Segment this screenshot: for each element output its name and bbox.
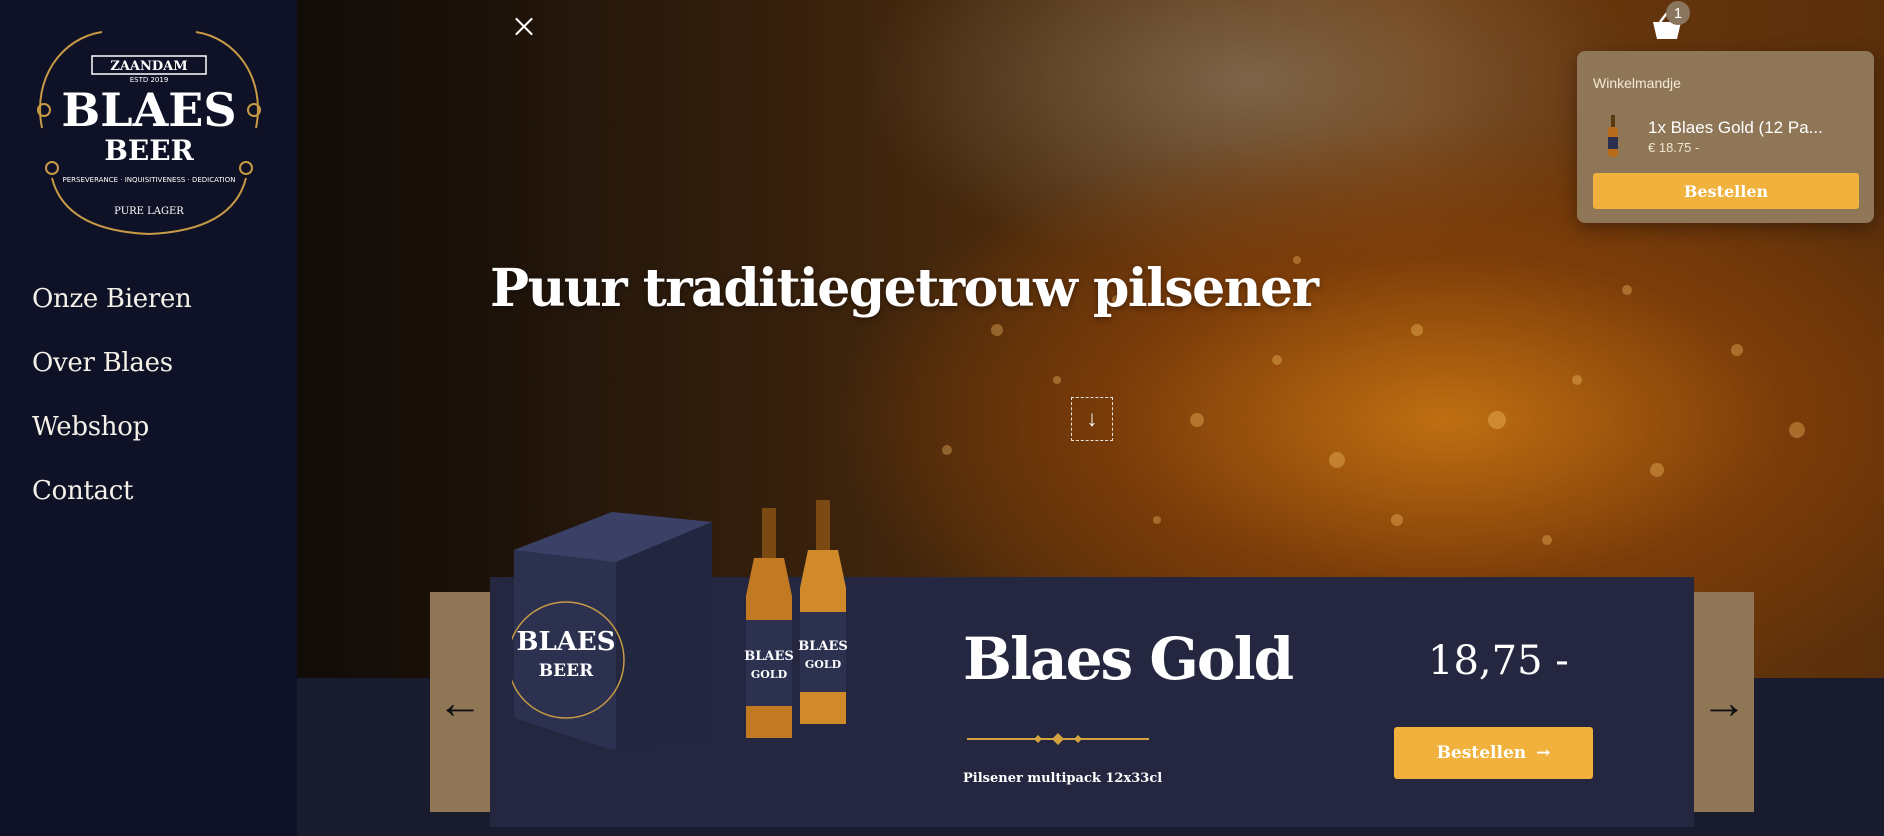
svg-text:BEER: BEER	[104, 134, 194, 167]
svg-text:BLAES: BLAES	[744, 649, 794, 664]
svg-text:BEER: BEER	[539, 661, 594, 681]
blaes-beer-logo[interactable]: ZAANDAM ESTD 2019 BLAES BEER PERSEVERANC…	[22, 18, 276, 244]
slider-prev-button[interactable]: ←	[430, 592, 490, 812]
decorative-divider	[967, 733, 1149, 745]
product-subtitle: Pilsener multipack 12x33cl	[963, 771, 1163, 786]
product-name: Blaes Gold	[963, 625, 1294, 693]
arrow-right-icon: →	[1536, 743, 1551, 763]
logo-values: PERSEVERANCE · INQUISITIVENESS · DEDICAT…	[63, 176, 236, 184]
svg-text:GOLD: GOLD	[751, 668, 788, 681]
sidebar: ZAANDAM ESTD 2019 BLAES BEER PERSEVERANC…	[0, 0, 297, 836]
close-icon[interactable]	[509, 12, 539, 42]
scroll-down-button[interactable]: ↓	[1071, 397, 1113, 441]
nav-item-over-blaes[interactable]: Over Blaes	[32, 348, 191, 378]
svg-text:BLAES: BLAES	[798, 639, 848, 654]
slider-next-button[interactable]: →	[1694, 592, 1754, 812]
cart-dropdown-title: Winkelmandje	[1593, 75, 1681, 91]
nav-item-onze-bieren[interactable]: Onze Bieren	[32, 284, 192, 314]
nav-item-contact[interactable]: Contact	[32, 476, 191, 506]
order-button[interactable]: Bestellen →	[1394, 727, 1593, 779]
order-button-label: Bestellen	[1436, 743, 1527, 763]
main-nav: Onze Bieren Over Blaes Webshop Contact	[32, 284, 192, 540]
product-price: 18,75 -	[1428, 638, 1569, 684]
cart-dropdown: Winkelmandje 1x Blaes Gold (12 Pa... € 1…	[1577, 51, 1874, 223]
arrow-right-icon: →	[1701, 676, 1747, 728]
cart-item-name[interactable]: 1x Blaes Gold (12 Pa...	[1648, 118, 1823, 138]
cart-item-bottle-image	[1608, 115, 1618, 157]
product-image-multipack: BLAES BEER BLAES GOLD BLAES GOLD	[512, 500, 848, 750]
arrow-left-icon: ←	[437, 676, 483, 728]
cart-order-button[interactable]: Bestellen	[1593, 173, 1859, 209]
arrow-down-icon: ↓	[1086, 406, 1098, 431]
hero-headline: Puur traditiegetrouw pilsener	[490, 258, 1319, 319]
svg-text:BLAES: BLAES	[516, 627, 615, 657]
cart-count-badge: 1	[1666, 1, 1690, 25]
nav-item-webshop[interactable]: Webshop	[32, 412, 191, 442]
svg-text:GOLD: GOLD	[805, 658, 842, 671]
logo-city: ZAANDAM	[110, 59, 187, 74]
cart-item-price: € 18.75 -	[1648, 140, 1700, 155]
logo-tagline: PURE LAGER	[114, 206, 184, 217]
svg-text:BLAES: BLAES	[61, 83, 236, 137]
